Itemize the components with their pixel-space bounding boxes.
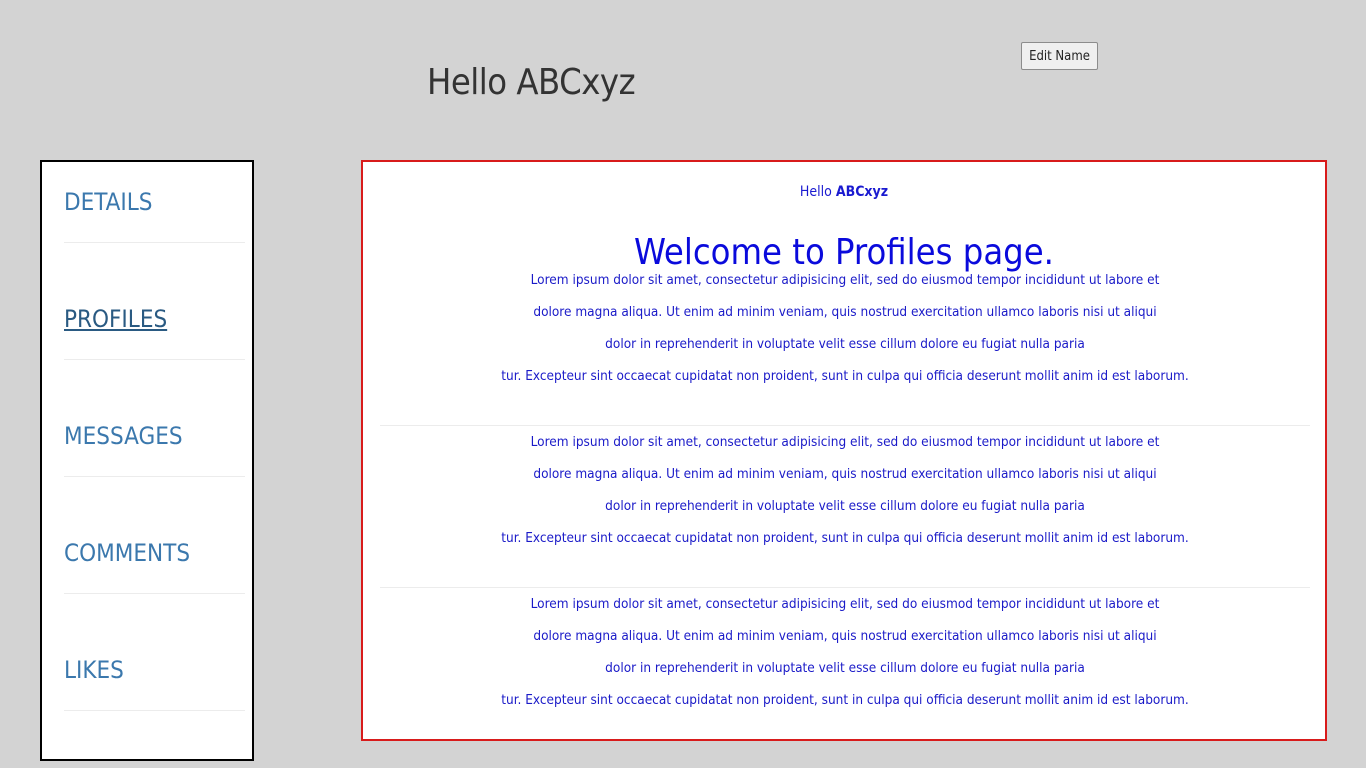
paragraph-line: dolor in reprehenderit in voluptate veli… <box>605 336 1085 352</box>
paragraph-line: dolor in reprehenderit in voluptate veli… <box>605 498 1085 514</box>
paragraph-line: tur. Excepteur sint occaecat cupidatat n… <box>501 692 1189 708</box>
sidebar-item-messages[interactable]: MESSAGES <box>64 396 245 477</box>
paragraph-line: Lorem ipsum dolor sit amet, consectetur … <box>530 272 1160 288</box>
paragraph-block: Lorem ipsum dolor sit amet, consectetur … <box>380 426 1310 588</box>
sidebar-item-comments[interactable]: COMMENTS <box>64 513 245 594</box>
sidebar-nav: DETAILS PROFILES MESSAGES COMMENTS LIKES <box>40 160 254 761</box>
paragraph-line: Lorem ipsum dolor sit amet, consectetur … <box>530 596 1160 612</box>
paragraph-block: Lorem ipsum dolor sit amet, consectetur … <box>380 264 1310 426</box>
paragraph-line: tur. Excepteur sint occaecat cupidatat n… <box>501 530 1189 546</box>
paragraph-line: dolor in reprehenderit in voluptate veli… <box>605 660 1085 676</box>
sidebar-item-details[interactable]: DETAILS <box>64 162 245 243</box>
content-panel: Hello ABCxyz Welcome to Profiles page. L… <box>361 160 1327 741</box>
paragraph-line: dolore magna aliqua. Ut enim ad minim ve… <box>533 304 1157 320</box>
greeting-username: ABCxyz <box>835 184 889 200</box>
sidebar-item-likes[interactable]: LIKES <box>64 630 245 711</box>
paragraph-line: tur. Excepteur sint occaecat cupidatat n… <box>501 368 1189 384</box>
paragraph-line: dolore magna aliqua. Ut enim ad minim ve… <box>533 466 1157 482</box>
paragraph-line: Lorem ipsum dolor sit amet, consectetur … <box>530 434 1160 450</box>
paragraph-block: Lorem ipsum dolor sit amet, consectetur … <box>380 588 1310 739</box>
page-greeting: Hello ABCxyz <box>427 62 636 103</box>
sidebar-item-profiles[interactable]: PROFILES <box>64 279 245 360</box>
content-greeting: Hello ABCxyz <box>363 184 1325 200</box>
greeting-prefix: Hello <box>799 184 832 200</box>
page: Hello ABCxyz Edit Name DETAILS PROFILES … <box>0 0 1366 768</box>
edit-name-button[interactable]: Edit Name <box>1021 42 1098 70</box>
paragraph-line: dolore magna aliqua. Ut enim ad minim ve… <box>533 628 1157 644</box>
